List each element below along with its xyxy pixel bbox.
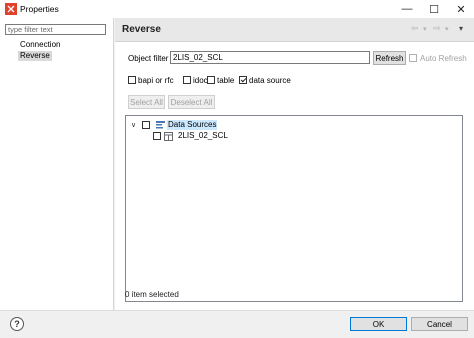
page-header: Reverse ⇦ ▾ ⇨ ▾ ▾ bbox=[115, 18, 474, 42]
back-arrow-icon[interactable]: ⇦ bbox=[411, 23, 419, 34]
table-icon bbox=[164, 132, 173, 141]
auto-refresh-label: Auto Refresh bbox=[420, 54, 467, 63]
table-label: table bbox=[217, 76, 235, 85]
reverse-page: Reverse ⇦ ▾ ⇨ ▾ ▾ Object filter Refresh … bbox=[115, 18, 474, 310]
data-source-label: data source bbox=[249, 76, 291, 85]
minimize-button[interactable]: — bbox=[394, 0, 420, 18]
refresh-button[interactable]: Refresh bbox=[373, 51, 406, 65]
nav-item-reverse[interactable]: Reverse bbox=[18, 51, 52, 61]
select-all-button[interactable]: Select All bbox=[128, 95, 165, 109]
window-title: Properties bbox=[20, 4, 59, 14]
object-filter-label: Object filter bbox=[128, 54, 169, 63]
forward-arrow-icon[interactable]: ⇨ bbox=[433, 23, 441, 34]
ok-button[interactable]: OK bbox=[350, 317, 407, 331]
idoc-checkbox[interactable] bbox=[183, 76, 191, 84]
help-icon[interactable]: ? bbox=[10, 317, 24, 331]
dialog-button-bar: ? OK Cancel bbox=[0, 310, 474, 338]
idoc-label: idoc bbox=[193, 76, 208, 85]
bapi-rfc-checkbox[interactable] bbox=[128, 76, 136, 84]
nav-item-connection[interactable]: Connection bbox=[18, 40, 62, 50]
object-filter-input[interactable] bbox=[170, 51, 370, 64]
datasource-tree[interactable]: ∨ Data Sources 2LIS_02_SCL bbox=[125, 115, 463, 302]
tree-child-checkbox[interactable] bbox=[153, 132, 161, 140]
forward-menu-icon[interactable]: ▾ bbox=[445, 25, 449, 33]
tree-root-checkbox[interactable] bbox=[142, 121, 150, 129]
back-menu-icon[interactable]: ▾ bbox=[423, 25, 427, 33]
data-sources-icon bbox=[156, 121, 165, 129]
expand-chevron-icon[interactable]: ∨ bbox=[131, 121, 136, 129]
deselect-all-button[interactable]: Deselect All bbox=[168, 95, 215, 109]
title-bar: Properties — ☐ ✕ bbox=[0, 0, 474, 18]
data-source-checkbox[interactable] bbox=[239, 76, 247, 84]
selection-status: 0 item selected bbox=[125, 290, 179, 299]
bapi-rfc-label: bapi or rfc bbox=[138, 76, 174, 85]
tree-node-2lis-02-scl[interactable]: 2LIS_02_SCL bbox=[177, 131, 229, 141]
auto-refresh-checkbox[interactable] bbox=[409, 54, 417, 62]
filter-input[interactable] bbox=[5, 24, 106, 35]
cancel-button[interactable]: Cancel bbox=[411, 317, 468, 331]
odi-icon bbox=[5, 3, 17, 15]
page-title: Reverse bbox=[122, 24, 161, 35]
table-checkbox[interactable] bbox=[207, 76, 215, 84]
close-button[interactable]: ✕ bbox=[448, 0, 474, 18]
view-menu-icon[interactable]: ▾ bbox=[459, 24, 463, 33]
navigation-panel: Connection Reverse bbox=[0, 18, 114, 310]
tree-node-data-sources[interactable]: Data Sources bbox=[167, 120, 218, 130]
maximize-button[interactable]: ☐ bbox=[421, 0, 447, 18]
